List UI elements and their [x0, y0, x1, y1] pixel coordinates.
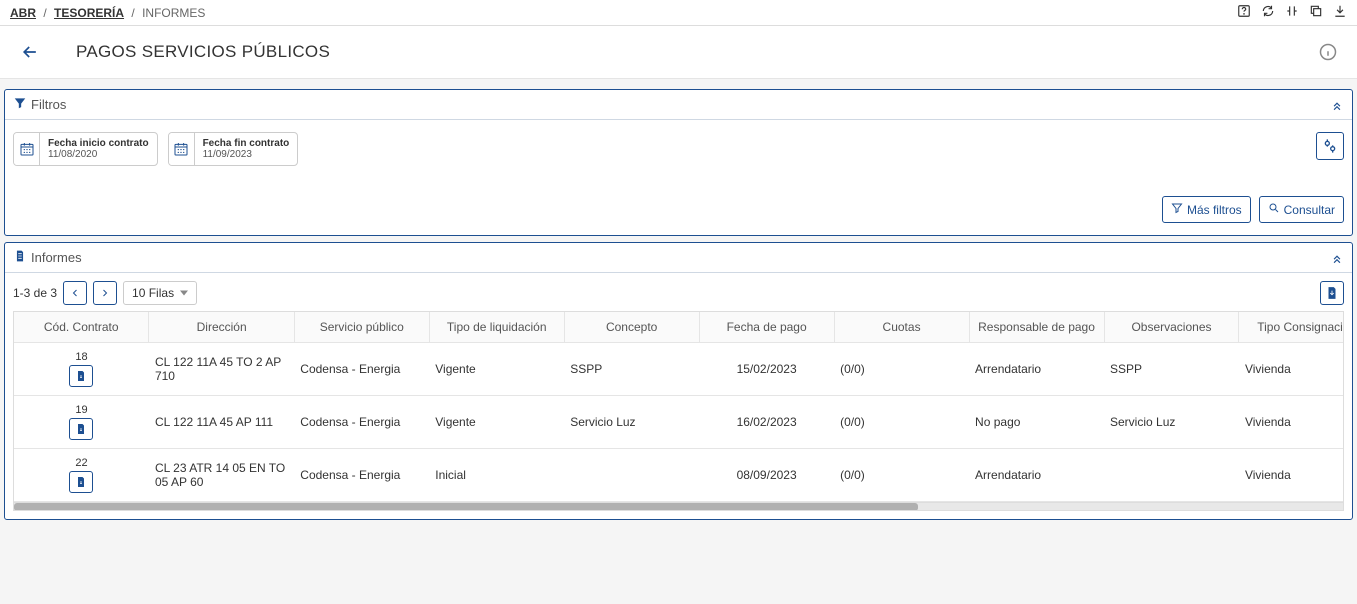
- cell-fecha: 08/09/2023: [699, 449, 834, 502]
- row-detail-button[interactable]: [69, 365, 93, 387]
- rows-per-page-select[interactable]: 10 Filas: [123, 281, 197, 305]
- refresh-icon[interactable]: [1261, 4, 1275, 21]
- contract-code: 22: [20, 457, 143, 469]
- cell-responsable: Arrendatario: [969, 343, 1104, 396]
- breadcrumb-item-abr[interactable]: ABR: [10, 6, 36, 20]
- table-row[interactable]: 18 CL 122 11A 45 TO 2 AP 710Codensa - Ene…: [14, 343, 1344, 396]
- cell-tipoliq: Vigente: [429, 396, 564, 449]
- more-filters-label: Más filtros: [1187, 203, 1242, 217]
- title-row: PAGOS SERVICIOS PÚBLICOS: [0, 26, 1357, 79]
- topbar: ABR / TESORERÍA / INFORMES: [0, 0, 1357, 26]
- consultar-label: Consultar: [1284, 203, 1335, 217]
- cell-direccion: CL 122 11A 45 TO 2 AP 710: [149, 343, 294, 396]
- copy-icon[interactable]: [1309, 4, 1323, 21]
- col-fecha[interactable]: Fecha de pago: [699, 312, 834, 343]
- cell-obs: SSPP: [1104, 343, 1239, 396]
- cell-concepto: Servicio Luz: [564, 396, 699, 449]
- cell-obs: Servicio Luz: [1104, 396, 1239, 449]
- document-icon: [13, 249, 27, 266]
- collapse-informes-icon[interactable]: [1330, 251, 1344, 265]
- cell-tipoc: Vivienda: [1239, 449, 1344, 502]
- results-table-wrapper: Cód. Contrato Dirección Servicio público…: [13, 311, 1344, 511]
- consultar-button[interactable]: Consultar: [1259, 196, 1344, 223]
- filter-settings-button[interactable]: [1316, 132, 1344, 160]
- filters-panel: Filtros Fecha inicio contrato 11/08/2020: [4, 89, 1353, 236]
- informes-panel-title: Informes: [31, 250, 82, 265]
- prev-page-button[interactable]: [63, 281, 87, 305]
- cell-direccion: CL 23 ATR 14 05 EN TO 05 AP 60: [149, 449, 294, 502]
- results-table: Cód. Contrato Dirección Servicio público…: [14, 312, 1344, 502]
- cell-concepto: [564, 449, 699, 502]
- calendar-icon: [169, 133, 195, 165]
- cell-fecha: 15/02/2023: [699, 343, 834, 396]
- col-responsable[interactable]: Responsable de pago: [969, 312, 1104, 343]
- informes-panel: Informes 1-3 de 3 10 Filas Cód. Contrato: [4, 242, 1353, 520]
- row-detail-button[interactable]: [69, 418, 93, 440]
- filter-plus-icon: [1171, 202, 1183, 217]
- search-icon: [1268, 202, 1280, 217]
- filter-pill-end-date[interactable]: Fecha fin contrato 11/09/2023: [168, 132, 299, 166]
- cell-tipoliq: Inicial: [429, 449, 564, 502]
- cell-servicio: Codensa - Energia: [294, 449, 429, 502]
- breadcrumb-item-informes: INFORMES: [142, 6, 205, 20]
- filters-panel-title: Filtros: [31, 97, 66, 112]
- breadcrumb-item-tesoreria[interactable]: TESORERÍA: [54, 6, 124, 20]
- cell-servicio: Codensa - Energia: [294, 343, 429, 396]
- calendar-icon: [14, 133, 40, 165]
- cell-fecha: 16/02/2023: [699, 396, 834, 449]
- help-icon[interactable]: [1237, 4, 1251, 21]
- informes-panel-header[interactable]: Informes: [5, 243, 1352, 273]
- scrollbar-thumb[interactable]: [14, 503, 918, 511]
- table-header-row: Cód. Contrato Dirección Servicio público…: [14, 312, 1344, 343]
- cell-direccion: CL 122 11A 45 AP 111: [149, 396, 294, 449]
- export-button[interactable]: [1320, 281, 1344, 305]
- col-direccion[interactable]: Dirección: [149, 312, 294, 343]
- table-row[interactable]: 19CL 122 11A 45 AP 111Codensa - EnergiaV…: [14, 396, 1344, 449]
- back-button[interactable]: [20, 42, 40, 62]
- cell-responsable: No pago: [969, 396, 1104, 449]
- filter-value: 11/09/2023: [203, 149, 290, 160]
- cell-cuotas: (0/0): [834, 396, 969, 449]
- contract-code: 18: [20, 351, 143, 363]
- cell-tipoc: Vivienda: [1239, 396, 1344, 449]
- contract-code: 19: [20, 404, 143, 416]
- cell-tipoliq: Vigente: [429, 343, 564, 396]
- breadcrumb: ABR / TESORERÍA / INFORMES: [10, 6, 205, 20]
- pagination-info: 1-3 de 3: [13, 286, 57, 300]
- col-cuotas[interactable]: Cuotas: [834, 312, 969, 343]
- filter-icon: [13, 96, 27, 113]
- resize-icon[interactable]: [1285, 4, 1299, 21]
- cell-tipoc: Vivienda: [1239, 343, 1344, 396]
- filter-pill-start-date[interactable]: Fecha inicio contrato 11/08/2020: [13, 132, 158, 166]
- filter-label: Fecha fin contrato: [203, 138, 290, 149]
- col-concepto[interactable]: Concepto: [564, 312, 699, 343]
- info-icon[interactable]: [1319, 43, 1337, 61]
- filter-value: 11/08/2020: [48, 149, 149, 160]
- cell-concepto: SSPP: [564, 343, 699, 396]
- more-filters-button[interactable]: Más filtros: [1162, 196, 1251, 223]
- col-tipoliq[interactable]: Tipo de liquidación: [429, 312, 564, 343]
- next-page-button[interactable]: [93, 281, 117, 305]
- cell-responsable: Arrendatario: [969, 449, 1104, 502]
- row-detail-button[interactable]: [69, 471, 93, 493]
- col-servicio[interactable]: Servicio público: [294, 312, 429, 343]
- col-obs[interactable]: Observaciones: [1104, 312, 1239, 343]
- cell-servicio: Codensa - Energia: [294, 396, 429, 449]
- page-title: PAGOS SERVICIOS PÚBLICOS: [76, 42, 330, 62]
- filters-panel-header[interactable]: Filtros: [5, 90, 1352, 120]
- topbar-actions: [1237, 4, 1347, 21]
- download-icon[interactable]: [1333, 4, 1347, 21]
- filter-label: Fecha inicio contrato: [48, 138, 149, 149]
- table-row[interactable]: 22 CL 23 ATR 14 05 EN TO 05 AP 60Codensa …: [14, 449, 1344, 502]
- collapse-filters-icon[interactable]: [1330, 98, 1344, 112]
- col-tipoc[interactable]: Tipo Consignación: [1239, 312, 1344, 343]
- cell-cuotas: (0/0): [834, 343, 969, 396]
- horizontal-scrollbar[interactable]: [14, 502, 1343, 510]
- cell-cuotas: (0/0): [834, 449, 969, 502]
- col-codigo[interactable]: Cód. Contrato: [14, 312, 149, 343]
- cell-obs: [1104, 449, 1239, 502]
